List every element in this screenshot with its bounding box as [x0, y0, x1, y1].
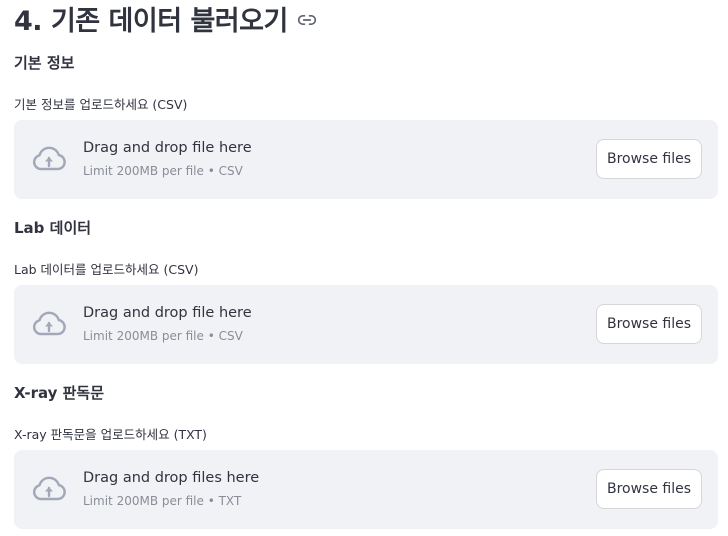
upload-label: Lab 데이터를 업로드하세요 (CSV) — [14, 262, 199, 277]
section-lab-data: Lab 데이터 Lab 데이터를 업로드하세요 (CSV) Drag and d… — [14, 217, 718, 365]
browse-files-button[interactable]: Browse files — [596, 469, 702, 509]
cloud-upload-icon — [33, 476, 66, 501]
link-icon[interactable] — [297, 10, 317, 30]
cloud-upload-icon — [33, 311, 66, 336]
section-xray-report: X-ray 판독문 X-ray 판독문을 업로드하세요 (TXT) Drag a… — [14, 382, 718, 530]
page-header: 4. 기존 데이터 불러오기 — [14, 0, 317, 37]
dropzone-limit-text: Limit 200MB per file • TXT — [83, 494, 242, 508]
section-heading: Lab 데이터 — [14, 219, 92, 237]
cloud-upload-icon — [33, 146, 66, 171]
dropzone-text: Drag and drop file here — [83, 140, 252, 156]
file-dropzone[interactable]: Drag and drop files here Limit 200MB per… — [14, 450, 718, 529]
section-basic-info: 기본 정보 기본 정보를 업로드하세요 (CSV) Drag and drop … — [14, 52, 718, 200]
file-dropzone[interactable]: Drag and drop file here Limit 200MB per … — [14, 285, 718, 364]
dropzone-instructions: Drag and drop file here Limit 200MB per … — [83, 303, 252, 344]
page-title: 4. 기존 데이터 불러오기 — [14, 5, 288, 37]
file-upload-page: 4. 기존 데이터 불러오기 기본 정보 기본 정보를 업로드하세요 (CSV)… — [0, 0, 728, 536]
browse-files-button[interactable]: Browse files — [596, 304, 702, 344]
section-heading: X-ray 판독문 — [14, 384, 105, 402]
section-heading: 기본 정보 — [14, 54, 75, 72]
dropzone-instructions: Drag and drop files here Limit 200MB per… — [83, 468, 259, 509]
dropzone-text: Drag and drop file here — [83, 305, 252, 321]
dropzone-limit-text: Limit 200MB per file • CSV — [83, 329, 243, 343]
dropzone-text: Drag and drop files here — [83, 470, 260, 486]
upload-label: 기본 정보를 업로드하세요 (CSV) — [14, 97, 188, 112]
dropzone-instructions: Drag and drop file here Limit 200MB per … — [83, 138, 252, 179]
dropzone-limit-text: Limit 200MB per file • CSV — [83, 164, 243, 178]
file-dropzone[interactable]: Drag and drop file here Limit 200MB per … — [14, 120, 718, 199]
browse-files-button[interactable]: Browse files — [596, 139, 702, 179]
upload-label: X-ray 판독문을 업로드하세요 (TXT) — [14, 427, 207, 442]
